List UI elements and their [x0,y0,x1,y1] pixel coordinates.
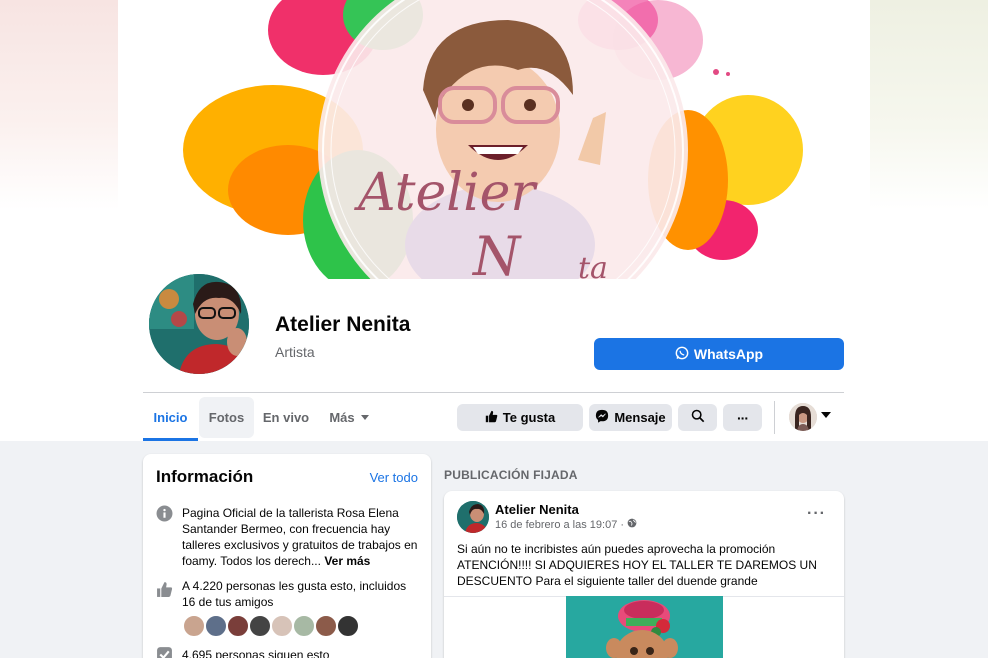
message-button-label: Mensaje [614,410,666,425]
post-author-avatar[interactable] [457,501,489,533]
post-options-button[interactable]: ··· [807,505,826,523]
globe-icon [627,518,637,531]
post-author-name[interactable]: Atelier Nenita [495,502,579,517]
friend-avatar[interactable] [204,614,228,638]
friends-avatars[interactable] [182,614,360,638]
info-icon [156,505,173,522]
user-avatar[interactable] [789,403,817,431]
background-fade-right [870,0,988,210]
likes-count: A 4.220 personas les gusta esto, incluid… [182,579,407,609]
profile-picture[interactable] [146,271,252,377]
friend-avatar[interactable] [226,614,250,638]
cover-photo[interactable]: Atelier N ta [118,0,870,279]
tab-mas[interactable]: Más [320,397,378,438]
caret-down-icon[interactable] [821,412,831,418]
cover-artwork: Atelier N ta [183,0,803,279]
search-icon [691,409,705,426]
post-timestamp[interactable]: 16 de febrero a las 19:07 · [495,518,637,531]
whatsapp-icon [675,346,689,363]
friend-avatar[interactable] [336,614,360,638]
thumbs-up-icon [485,410,498,426]
message-button[interactable]: Mensaje [589,404,672,431]
pinned-post: Atelier Nenita 16 de febrero a las 19:07… [444,491,844,658]
post-image[interactable] [566,596,723,658]
check-icon [156,646,173,658]
like-page-button[interactable]: Te gusta [457,404,583,431]
post-text: Si aún no te incribistes aún puedes apro… [457,542,817,588]
more-dots-icon: ··· [737,409,749,426]
caret-down-icon [360,415,369,420]
info-card: Información Ver todo Pagina Oficial de l… [143,454,431,658]
search-button[interactable] [678,404,717,431]
friend-avatar[interactable] [292,614,316,638]
friend-avatar[interactable] [248,614,272,638]
friend-avatar[interactable] [182,614,206,638]
like-icon [156,581,173,598]
page-title: Atelier Nenita [275,313,411,336]
page-category[interactable]: Artista [275,344,315,360]
whatsapp-button[interactable]: WhatsApp [594,338,844,370]
svg-text:ta: ta [578,251,608,279]
see-more-link[interactable]: Ver más [324,554,370,568]
see-all-link[interactable]: Ver todo [370,470,418,485]
friend-avatar[interactable] [270,614,294,638]
more-options-button[interactable]: ··· [723,404,762,431]
friend-avatar[interactable] [314,614,338,638]
svg-text:N: N [471,225,522,279]
messenger-icon [595,409,609,426]
info-title: Información [156,467,254,486]
page-description: Pagina Oficial de la tallerista Rosa Ele… [182,506,418,568]
tab-inicio[interactable]: Inicio [143,397,198,441]
cover-text: Atelier [354,163,538,223]
background-fade-left [0,0,118,210]
tab-fotos[interactable]: Fotos [199,397,254,438]
header-divider [143,392,844,393]
whatsapp-button-label: WhatsApp [693,346,764,362]
tab-en-vivo[interactable]: En vivo [258,397,314,438]
actions-separator [774,401,775,434]
like-button-label: Te gusta [502,410,556,425]
pinned-post-label: PUBLICACIÓN FIJADA [444,468,578,482]
followers-count: 4.695 personas siguen esto [182,648,330,658]
